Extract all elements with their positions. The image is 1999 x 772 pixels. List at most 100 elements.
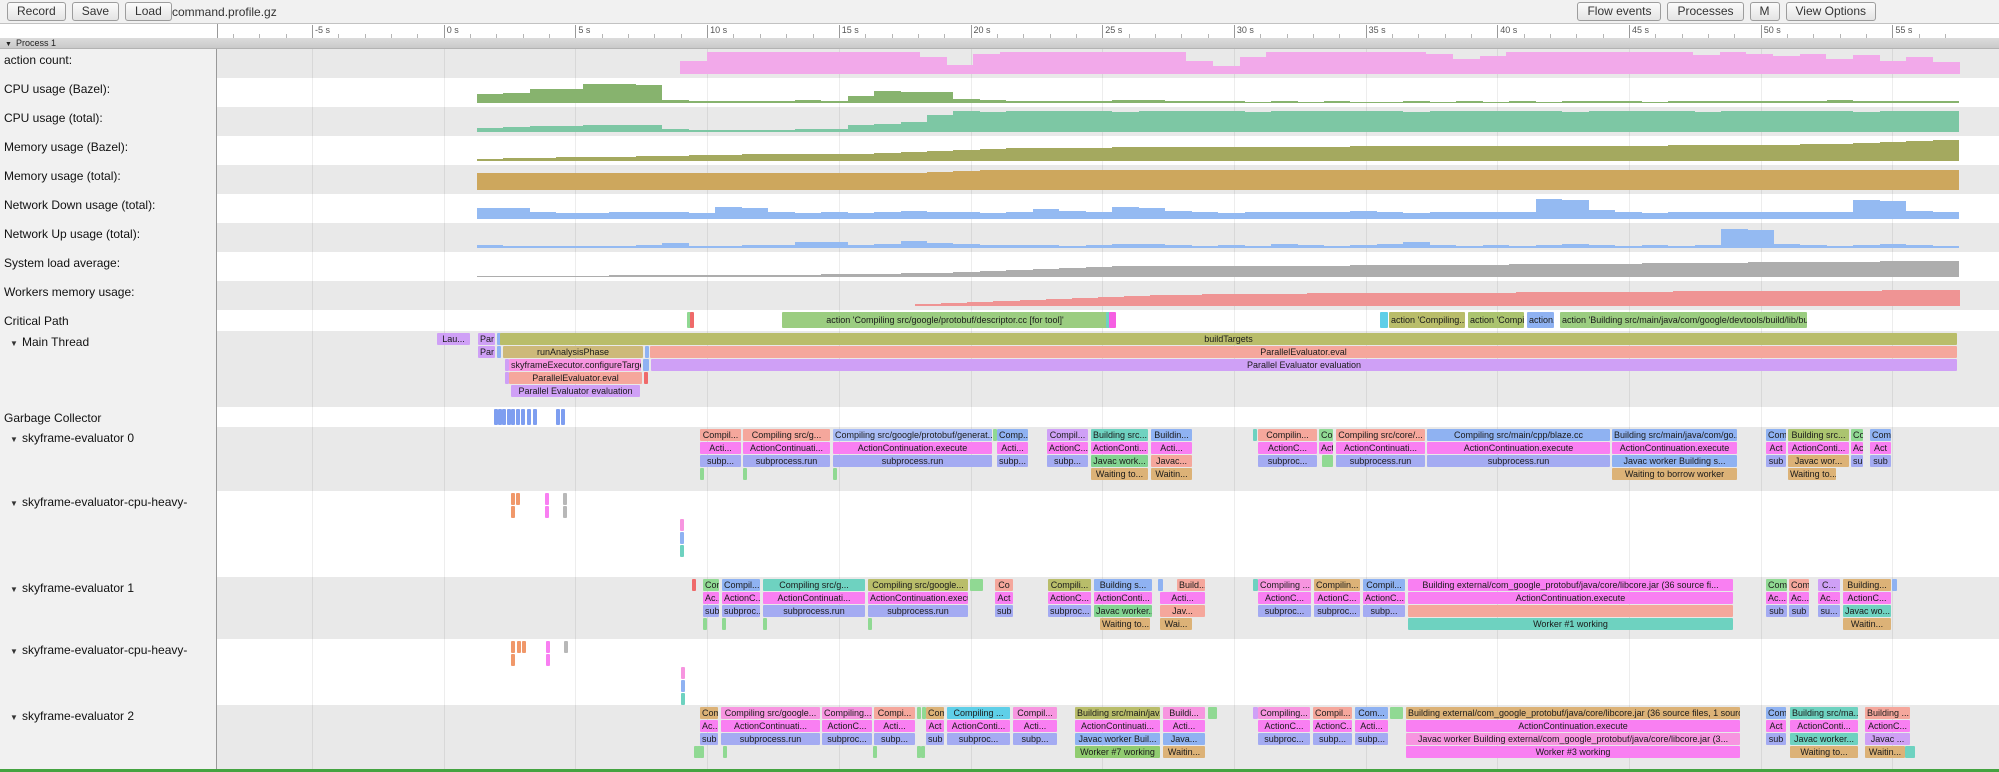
toolbar-button-processes[interactable]: Processes [1667, 2, 1743, 21]
event-block[interactable]: Waiting to... [1091, 468, 1148, 480]
event-tick[interactable] [511, 409, 515, 425]
event-block[interactable]: subproc... [1258, 605, 1311, 617]
event-block[interactable]: subproc... [722, 605, 760, 617]
event-block[interactable]: ActionC... [1048, 592, 1091, 604]
expand-arrow-icon[interactable]: ▼ [10, 497, 22, 511]
event-block[interactable]: Com [1870, 429, 1891, 441]
event-tick[interactable] [917, 707, 921, 719]
event-block[interactable]: subprocess.run [868, 605, 968, 617]
event-block[interactable]: Building... [1843, 579, 1891, 591]
network-down-usage-chart[interactable] [477, 197, 1960, 219]
event-block[interactable]: subp... [1313, 733, 1352, 745]
event-tick[interactable] [680, 532, 684, 544]
event-block[interactable]: sub [1789, 605, 1809, 617]
event-block[interactable]: Compi... [874, 707, 915, 719]
event-block[interactable]: ActionC... [1313, 720, 1352, 732]
event-block[interactable]: ActionContinuati... [1336, 442, 1425, 454]
event-block[interactable]: sub [926, 733, 944, 745]
event-block[interactable]: Parallel Evaluator evaluation [511, 385, 640, 397]
event-tick[interactable] [833, 468, 837, 480]
event-block[interactable]: Compilin... [1314, 579, 1360, 591]
event-block[interactable]: ActionC... [1258, 442, 1317, 454]
event-block[interactable]: action 'Compiling src/google/protobuf/de… [782, 312, 1108, 328]
event-block[interactable]: ActionContinuati... [763, 592, 865, 604]
workers-memory-usage-chart[interactable] [915, 284, 1960, 306]
event-block[interactable]: ActionC... [1363, 592, 1405, 604]
expand-arrow-icon[interactable]: ▼ [10, 711, 22, 725]
event-block[interactable]: subprocess.run [743, 455, 830, 467]
event-block[interactable]: Worker #1 working [1408, 618, 1733, 630]
event-block[interactable]: Building src... [1788, 429, 1849, 441]
toolbar-button-m[interactable]: M [1750, 2, 1780, 21]
track-label-skyframe-evaluator-2[interactable]: ▼skyframe-evaluator 2 [4, 709, 134, 725]
event-block[interactable]: subp... [1013, 733, 1057, 745]
event-block[interactable]: Wai... [1160, 618, 1192, 630]
event-block[interactable]: ActionC... [1047, 442, 1088, 454]
event-block[interactable]: Act [1851, 442, 1863, 454]
event-block[interactable]: sub [1851, 455, 1863, 467]
event-block[interactable]: subp... [874, 733, 915, 745]
event-tick[interactable] [564, 641, 568, 653]
event-block[interactable]: sub [1766, 605, 1787, 617]
event-tick[interactable] [556, 409, 560, 425]
event-tick[interactable] [522, 641, 526, 653]
event-block[interactable]: subp... [1047, 455, 1088, 467]
event-tick[interactable] [516, 493, 520, 505]
memory-usage-total-chart[interactable] [477, 168, 1960, 190]
event-block[interactable]: Acti... [997, 442, 1028, 454]
event-block[interactable]: subprocess.run [721, 733, 820, 745]
event-block[interactable]: ActionContinuati... [721, 720, 820, 732]
event-tick[interactable] [497, 346, 501, 358]
event-block[interactable]: Acti... [874, 720, 915, 732]
toolbar-button-view-options[interactable]: View Options [1786, 2, 1876, 21]
event-block[interactable]: su... [1818, 605, 1840, 617]
cpu-usage-total-chart[interactable] [477, 110, 1960, 132]
expand-arrow-icon[interactable]: ▼ [10, 433, 22, 447]
event-block[interactable]: ActionConti... [1788, 442, 1849, 454]
event-tick[interactable] [1892, 579, 1897, 591]
event-block[interactable]: Building src/ma... [1790, 707, 1858, 719]
event-tick[interactable] [511, 506, 515, 518]
event-block[interactable]: Javac worker Buil... [1075, 733, 1160, 745]
event-block[interactable]: Javac worker Building s... [1612, 455, 1737, 467]
cpu-usage-bazel-chart[interactable] [477, 81, 1960, 103]
event-block[interactable]: Worker #7 working [1075, 746, 1160, 758]
event-tick[interactable] [521, 409, 525, 425]
event-block[interactable]: ActionC... [1258, 720, 1310, 732]
event-block[interactable]: Compil... [722, 579, 760, 591]
event-block[interactable]: Act [926, 720, 944, 732]
event-tick[interactable] [511, 493, 515, 505]
event-tick[interactable] [517, 641, 521, 653]
event-block[interactable]: Waiting to... [1790, 746, 1858, 758]
event-block[interactable]: ActionContinuation.execute [833, 442, 992, 454]
event-tick[interactable] [1158, 579, 1163, 591]
event-block[interactable]: Compil... [1047, 429, 1088, 441]
process-header[interactable]: ▼Process 1 [0, 38, 1999, 49]
event-block[interactable]: ActionContinuati... [743, 442, 830, 454]
event-block[interactable]: ActionC... [722, 592, 760, 604]
event-block[interactable]: Jav... [1160, 605, 1205, 617]
event-block[interactable]: Javac wo... [1843, 605, 1891, 617]
event-block[interactable]: Com [1766, 579, 1787, 591]
event-block[interactable]: Compiling... [822, 707, 872, 719]
event-tick[interactable] [533, 409, 537, 425]
event-block[interactable]: Comp... [997, 429, 1028, 441]
event-tick[interactable] [690, 312, 694, 328]
event-block[interactable]: Javac wor... [1788, 455, 1849, 467]
event-block[interactable]: Lau... [437, 333, 470, 345]
event-block[interactable]: Waiting to borrow worker [1612, 468, 1737, 480]
event-block[interactable]: Building src/main/jav... [1075, 707, 1160, 719]
event-block[interactable]: subp... [997, 455, 1028, 467]
event-block[interactable]: Buildi... [1163, 707, 1205, 719]
expand-arrow-icon[interactable]: ▼ [10, 583, 22, 597]
event-block[interactable]: Com [1789, 579, 1809, 591]
event-tick[interactable] [511, 654, 515, 666]
event-block[interactable]: Building external/com_google_protobuf/ja… [1408, 579, 1733, 591]
event-block[interactable]: Building ... [1865, 707, 1910, 719]
event-block[interactable]: subp... [1363, 605, 1405, 617]
event-block[interactable]: Javac work... [1091, 455, 1148, 467]
event-block[interactable]: ParallelEvaluator.eval [509, 372, 642, 384]
event-block[interactable]: Compilin... [1258, 429, 1317, 441]
event-block[interactable]: Com [1766, 707, 1786, 719]
event-tick[interactable] [1253, 429, 1257, 441]
